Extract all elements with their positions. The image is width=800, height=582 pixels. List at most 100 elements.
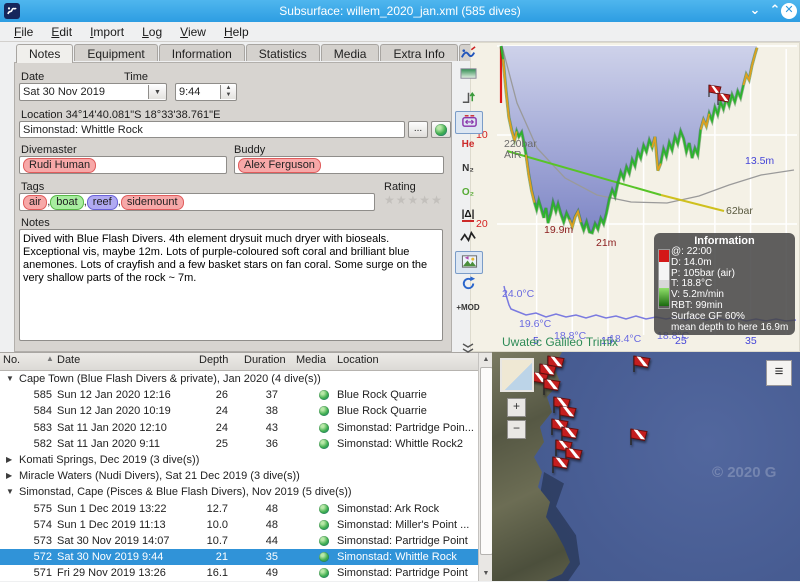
- location-more-button[interactable]: ...: [408, 121, 428, 138]
- dive-sites-map[interactable]: + − ≡ © 2020 G: [492, 352, 800, 581]
- trip-group-row[interactable]: ▶ Komati Springs, Dec 2019 (3 dive(s)): [0, 452, 478, 468]
- date-value: Sat 30 Nov 2019: [23, 86, 148, 98]
- time-spinbox[interactable]: 9:44 ▲▼: [175, 83, 237, 101]
- col-depth[interactable]: Depth: [199, 354, 228, 366]
- minimize-button[interactable]: ⌄: [746, 3, 764, 19]
- dive-row[interactable]: 573 Sat 30 Nov 2019 14:07 10.7 44 Simons…: [0, 533, 478, 549]
- svg-text:AIR: AIR: [504, 149, 522, 161]
- tank-bar-button[interactable]: [455, 111, 483, 134]
- tab-media[interactable]: Media: [321, 44, 380, 61]
- map-menu-button[interactable]: ≡: [766, 360, 792, 386]
- calc-ceiling-button[interactable]: [455, 88, 481, 109]
- pp-n2-button[interactable]: N₂: [455, 158, 481, 179]
- divemaster-input[interactable]: Rudi Human: [19, 156, 227, 174]
- notes-textarea[interactable]: [19, 229, 443, 341]
- dive-row[interactable]: 574 Sun 1 Dec 2019 11:13 10.0 48 Simonst…: [0, 517, 478, 533]
- tags-input[interactable]: air, boat, reef, sidemount: [19, 193, 375, 211]
- menu-help[interactable]: Help: [216, 24, 257, 40]
- pp-he-button[interactable]: He: [455, 134, 481, 155]
- col-date[interactable]: Date: [57, 354, 80, 366]
- menu-import[interactable]: Import: [82, 24, 132, 40]
- scroll-down-icon[interactable]: ▼: [480, 568, 492, 580]
- star-icon[interactable]: ★: [419, 193, 431, 207]
- col-duration[interactable]: Duration: [244, 354, 286, 366]
- trip-group-row[interactable]: ▼ Simonstad, Cape (Pisces & Blue Flash D…: [0, 484, 478, 500]
- svg-text:35: 35: [745, 335, 757, 347]
- svg-text:13.5m: 13.5m: [745, 155, 774, 167]
- dive-site-flag-icon[interactable]: [549, 456, 571, 475]
- rating-stars[interactable]: ★★★★★: [384, 193, 443, 207]
- overview-minimap[interactable]: [500, 358, 534, 392]
- close-button[interactable]: ✕: [781, 3, 797, 19]
- dive-row[interactable]: 583 Sat 11 Jan 2020 12:10 24 43 Simonsta…: [0, 420, 478, 436]
- dive-computer-button[interactable]: [455, 44, 481, 65]
- photos-button[interactable]: [455, 251, 483, 274]
- map-zoom-out-button[interactable]: −: [507, 420, 526, 439]
- dive-list[interactable]: No. ▲ Date Depth Duration Media Location…: [0, 352, 492, 581]
- dc-reload-button[interactable]: [455, 274, 481, 295]
- tooltip-line: Surface GF 60%: [671, 312, 795, 323]
- location-map-button[interactable]: [431, 121, 451, 138]
- col-media[interactable]: Media: [296, 354, 326, 366]
- dive-depth: 21: [180, 549, 228, 565]
- menubar: FileEditImportLogViewHelp: [0, 22, 800, 42]
- expand-arrow-icon[interactable]: ▼: [6, 371, 14, 387]
- collapse-toolbar-button[interactable]: [455, 337, 481, 358]
- collapse-arrow-icon[interactable]: ▶: [6, 452, 12, 468]
- dive-row[interactable]: 584 Sun 12 Jan 2020 10:19 24 38 Blue Roc…: [0, 403, 478, 419]
- star-icon[interactable]: ★: [408, 193, 420, 207]
- menu-file[interactable]: File: [6, 24, 41, 40]
- shade-gradient-button[interactable]: [455, 64, 481, 85]
- dive-location: Simonstad: Whittle Rock2: [337, 436, 463, 452]
- chevron-down-icon[interactable]: ▼: [148, 85, 166, 99]
- star-icon[interactable]: ★: [396, 193, 408, 207]
- collapse-arrow-icon[interactable]: ▶: [6, 468, 12, 484]
- dive-date: Sat 11 Jan 2020 12:10: [57, 420, 167, 436]
- star-icon[interactable]: ★: [431, 193, 443, 207]
- heartrate-button[interactable]: [455, 228, 481, 249]
- star-icon[interactable]: ★: [384, 193, 396, 207]
- tab-statistics[interactable]: Statistics: [246, 44, 320, 61]
- location-input[interactable]: Simonstad: Whittle Rock: [19, 121, 405, 138]
- dive-row[interactable]: 575 Sun 1 Dec 2019 13:22 12.7 48 Simonst…: [0, 501, 478, 517]
- col-no[interactable]: No.: [3, 354, 20, 366]
- tab-notes[interactable]: Notes: [16, 44, 73, 63]
- menu-log[interactable]: Log: [134, 24, 170, 40]
- trip-group-row[interactable]: ▼ Cape Town (Blue Flash Divers & private…: [0, 371, 478, 387]
- dive-row[interactable]: 572 Sat 30 Nov 2019 9:44 21 35 Simonstad…: [0, 549, 478, 565]
- dive-row[interactable]: 571 Fri 29 Nov 2019 13:26 16.1 49 Simons…: [0, 565, 478, 581]
- expand-arrow-icon[interactable]: ▼: [6, 484, 14, 500]
- tab-information[interactable]: Information: [159, 44, 245, 61]
- spinner-arrows-icon[interactable]: ▲▼: [220, 85, 236, 99]
- buddy-input[interactable]: Alex Ferguson: [234, 156, 444, 174]
- dive-profile-chart[interactable]: 1020515253519.9m21m220barAIR62bar13.5m24…: [470, 42, 800, 352]
- dive-duration: 43: [240, 420, 278, 436]
- dive-list-scrollbar[interactable]: ▲ ▼: [478, 353, 492, 581]
- tab-extra-info[interactable]: Extra Info: [380, 44, 457, 61]
- trip-group-row[interactable]: ▶ Miracle Waters (Nudi Divers), Sat 21 D…: [0, 468, 478, 484]
- svg-text:19.9m: 19.9m: [544, 224, 573, 236]
- dive-site-flag-icon[interactable]: [540, 378, 562, 397]
- dive-date: Sat 11 Jan 2020 9:11: [57, 436, 160, 452]
- tab-equipment[interactable]: Equipment: [74, 44, 157, 61]
- dive-list-header[interactable]: No. ▲ Date Depth Duration Media Location: [0, 353, 492, 371]
- sort-asc-icon: ▲: [46, 354, 54, 363]
- map-zoom-in-button[interactable]: +: [507, 398, 526, 417]
- ruler-button[interactable]: |Δ|: [455, 205, 481, 226]
- dive-number: 572: [8, 549, 52, 565]
- dive-row[interactable]: 582 Sat 11 Jan 2020 9:11 25 36 Simonstad…: [0, 436, 478, 452]
- col-location[interactable]: Location: [337, 354, 379, 366]
- dive-depth: 12.7: [180, 501, 228, 517]
- pp-o2-button[interactable]: O₂: [455, 182, 481, 203]
- dive-date: Fri 29 Nov 2019 13:26: [57, 565, 166, 581]
- tooltip-line: mean depth to here 16.9m: [671, 323, 795, 334]
- menu-edit[interactable]: Edit: [43, 24, 80, 40]
- menu-view[interactable]: View: [172, 24, 214, 40]
- dive-site-flag-icon[interactable]: [630, 355, 652, 374]
- date-combobox[interactable]: Sat 30 Nov 2019 ▼: [19, 83, 167, 101]
- dive-row[interactable]: 585 Sun 12 Jan 2020 12:16 26 37 Blue Roc…: [0, 387, 478, 403]
- dive-site-flag-icon[interactable]: [627, 428, 649, 447]
- mod-button[interactable]: +MOD: [455, 297, 481, 318]
- titlebar[interactable]: Subsurface: willem_2020_jan.xml (585 div…: [0, 0, 800, 22]
- scroll-up-icon[interactable]: ▲: [480, 354, 492, 366]
